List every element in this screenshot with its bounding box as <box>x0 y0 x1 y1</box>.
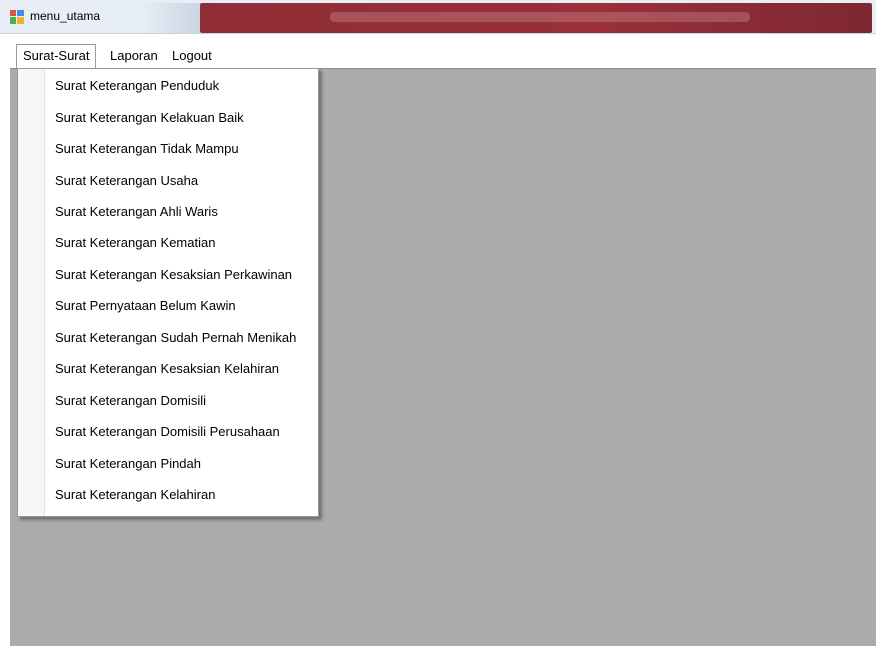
menu-item-tidak-mampu[interactable]: Surat Keterangan Tidak Mampu <box>55 137 239 161</box>
menu-item-domisili[interactable]: Surat Keterangan Domisili <box>55 389 206 413</box>
menu-item-kesaksian-kelahiran[interactable]: Surat Keterangan Kesaksian Kelahiran <box>55 357 279 381</box>
menu-item-kesaksian-perkawinan[interactable]: Surat Keterangan Kesaksian Perkawinan <box>55 263 292 287</box>
menu-item-sudah-pernah-menikah[interactable]: Surat Keterangan Sudah Pernah Menikah <box>55 326 296 350</box>
menu-logout[interactable]: Logout <box>166 44 218 68</box>
menu-item-kelakuan-baik[interactable]: Surat Keterangan Kelakuan Baik <box>55 106 244 130</box>
menu-item-penduduk[interactable]: Surat Keterangan Penduduk <box>55 74 219 98</box>
surat-surat-dropdown: Surat Keterangan Penduduk Surat Keterang… <box>17 68 319 517</box>
menu-item-usaha[interactable]: Surat Keterangan Usaha <box>55 169 198 193</box>
menu-item-kematian[interactable]: Surat Keterangan Kematian <box>55 231 215 255</box>
background-window-titlebar <box>140 3 872 33</box>
title-bar[interactable]: menu_utama <box>0 0 876 34</box>
menu-image-margin <box>18 69 45 516</box>
window-title: menu_utama <box>30 9 101 23</box>
menu-bar: Surat-Surat Laporan Logout <box>10 44 876 68</box>
menu-item-ahli-waris[interactable]: Surat Keterangan Ahli Waris <box>55 200 218 224</box>
menu-item-pindah[interactable]: Surat Keterangan Pindah <box>55 452 201 476</box>
app-form-icon <box>10 10 24 24</box>
menu-surat-surat[interactable]: Surat-Surat <box>16 44 97 68</box>
menu-item-kelahiran[interactable]: Surat Keterangan Kelahiran <box>55 483 215 507</box>
menu-laporan[interactable]: Laporan <box>104 44 164 68</box>
menu-item-domisili-perusahaan[interactable]: Surat Keterangan Domisili Perusahaan <box>55 420 280 444</box>
menu-item-belum-kawin[interactable]: Surat Pernyataan Belum Kawin <box>55 294 236 318</box>
